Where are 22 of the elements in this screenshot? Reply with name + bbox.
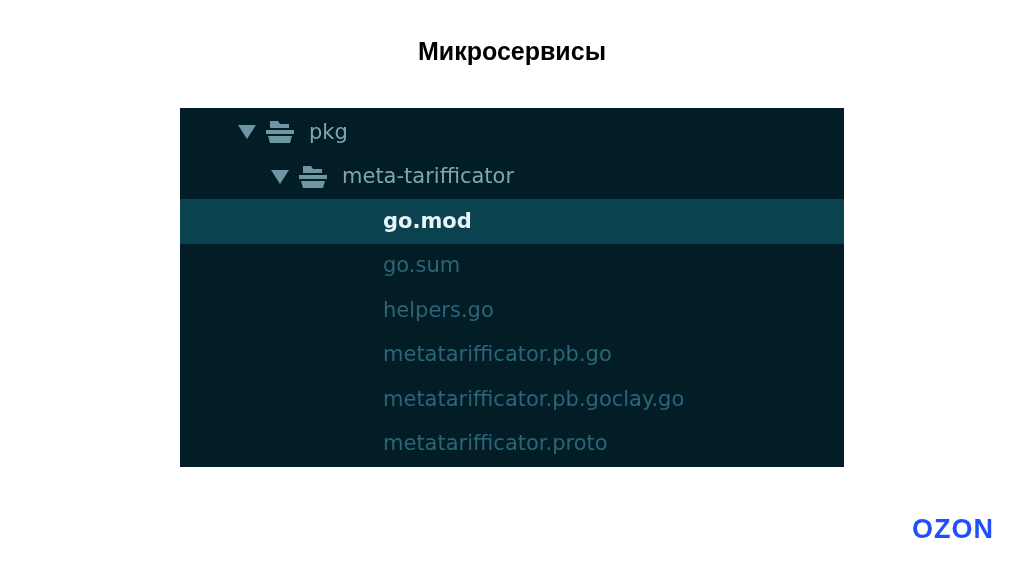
- file-name: go.sum: [383, 252, 461, 279]
- expanded-arrow-icon[interactable]: [237, 124, 257, 141]
- folder-name: meta-tarifficator: [342, 163, 515, 190]
- slide-title: Микросервисы: [417, 36, 607, 67]
- tree-row[interactable]: go.sum: [180, 243, 844, 288]
- folder-icon: [265, 120, 295, 145]
- file-name: metatarifficator.pb.goclay.go: [383, 385, 685, 413]
- folder-name: pkg: [309, 118, 348, 146]
- tree-row[interactable]: metatarifficator.proto: [180, 421, 844, 466]
- tree-row[interactable]: go.mod: [180, 199, 844, 244]
- folder-icon: [298, 164, 328, 189]
- logo: OZON: [912, 513, 994, 546]
- file-name: metatarifficator.pb.go: [383, 341, 612, 368]
- file-name: metatarifficator.proto: [383, 430, 608, 457]
- expanded-arrow-icon[interactable]: [270, 168, 290, 185]
- file-name: go.mod: [383, 207, 472, 235]
- tree-row[interactable]: meta-tarifficator: [180, 154, 844, 199]
- tree-row[interactable]: helpers.go: [180, 288, 844, 333]
- file-name: helpers.go: [383, 296, 494, 324]
- tree-row[interactable]: metatarifficator.pb.go: [180, 332, 844, 377]
- tree-row[interactable]: pkg: [180, 110, 844, 155]
- tree-row[interactable]: metatarifficator.pb.goclay.go: [180, 377, 844, 422]
